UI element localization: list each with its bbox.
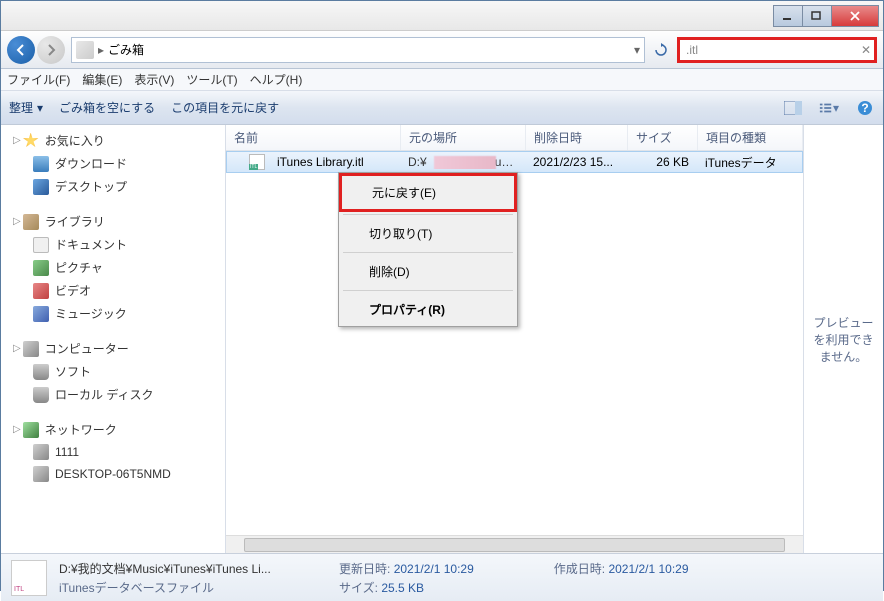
sidebar-item-desktop[interactable]: デスクトップ [1,175,225,198]
navigation-bar: ▸ ごみ箱 ▾ ✕ [1,31,883,69]
ctx-restore[interactable]: 元に戻す(E) [339,173,517,212]
file-name: iTunes Library.itl [269,155,400,169]
toolbar: 整理 ▾ ごみ箱を空にする この項目を元に戻す ▾ ? [1,91,883,125]
chevron-right-icon: ▸ [98,43,104,57]
menu-edit[interactable]: 編集(E) [82,71,122,88]
empty-recycle-button[interactable]: ごみ箱を空にする [59,99,155,116]
file-location: D:¥us... [400,155,525,169]
disk-icon [33,387,49,403]
col-type[interactable]: 項目の種類 [698,125,803,150]
close-button[interactable] [831,5,879,27]
sidebar-network[interactable]: ▷ネットワーク [1,418,225,441]
col-deleted[interactable]: 削除日時 [526,125,628,150]
column-headers: 名前 元の場所 削除日時 サイズ 項目の種類 [226,125,803,151]
sb-size: 25.5 KB [381,581,424,595]
minimize-button[interactable] [773,5,803,27]
desktop-icon [33,179,49,195]
help-button[interactable]: ? [855,98,875,118]
library-icon [23,214,39,230]
ctx-properties[interactable]: プロパティ(R) [339,293,517,326]
sidebar-item-net2[interactable]: DESKTOP-06T5NMD [1,463,225,485]
ctx-delete[interactable]: 削除(D) [339,255,517,288]
sidebar-item-videos[interactable]: ビデオ [1,279,225,302]
file-row[interactable]: iTunes Library.itl D:¥us... 2021/2/23 15… [226,151,803,173]
search-input[interactable] [677,37,877,63]
breadcrumb[interactable]: ▸ ごみ箱 ▾ [71,37,645,63]
video-icon [33,283,49,299]
recycle-bin-icon [76,41,94,59]
menu-view[interactable]: 表示(V) [134,71,174,88]
sb-created: 2021/2/1 10:29 [608,562,688,576]
sidebar-item-pictures[interactable]: ピクチャ [1,256,225,279]
file-icon [249,154,265,170]
file-type: iTunesデータ [697,154,802,171]
file-size: 26 KB [627,155,697,169]
preview-pane-button[interactable] [783,98,803,118]
sidebar-item-soft[interactable]: ソフト [1,360,225,383]
sidebar-library[interactable]: ▷ライブラリ [1,210,225,233]
menu-file[interactable]: ファイル(F) [7,71,70,88]
svg-text:?: ? [861,101,868,115]
title-bar [1,1,883,31]
computer-icon [33,444,49,460]
sb-modified: 2021/2/1 10:29 [394,562,474,576]
sidebar-item-music[interactable]: ミュージック [1,302,225,325]
computer-icon [23,341,39,357]
refresh-button[interactable] [649,38,673,62]
back-button[interactable] [7,36,35,64]
sidebar-favorites[interactable]: ▷お気に入り [1,129,225,152]
separator [343,290,513,291]
sidebar-computer[interactable]: ▷コンピューター [1,337,225,360]
star-icon [23,133,39,149]
ctx-cut[interactable]: 切り取り(T) [339,217,517,250]
clear-search-icon[interactable]: ✕ [861,43,871,57]
maximize-button[interactable] [802,5,832,27]
restore-item-button[interactable]: この項目を元に戻す [171,99,279,116]
status-bar: D:¥我的文档¥Music¥iTunes¥iTunes Li... 更新日時: … [1,553,883,601]
col-location[interactable]: 元の場所 [401,125,526,150]
menu-help[interactable]: ヘルプ(H) [250,71,303,88]
organize-button[interactable]: 整理 ▾ [9,99,43,116]
sidebar-item-documents[interactable]: ドキュメント [1,233,225,256]
nav-sidebar: ▷お気に入り ダウンロード デスクトップ ▷ライブラリ ドキュメント ピクチャ … [1,125,226,553]
disk-icon [33,364,49,380]
context-menu: 元に戻す(E) 切り取り(T) 削除(D) プロパティ(R) [338,172,518,327]
chevron-down-icon: ▾ [37,101,43,115]
download-icon [33,156,49,172]
music-icon [33,306,49,322]
computer-icon [33,466,49,482]
sidebar-item-net1[interactable]: 1111 [1,441,225,463]
network-icon [23,422,39,438]
picture-icon [33,260,49,276]
menu-tools[interactable]: ツール(T) [186,71,237,88]
col-name[interactable]: 名前 [226,125,401,150]
menu-bar: ファイル(F) 編集(E) 表示(V) ツール(T) ヘルプ(H) [1,69,883,91]
forward-button[interactable] [37,36,65,64]
horizontal-scrollbar[interactable] [226,535,803,553]
chevron-down-icon: ▾ [833,101,839,115]
file-deleted: 2021/2/23 15... [525,155,627,169]
dropdown-icon[interactable]: ▾ [634,43,640,57]
separator [343,252,513,253]
sidebar-item-localdisk[interactable]: ローカル ディスク [1,383,225,406]
col-size[interactable]: サイズ [628,125,698,150]
document-icon [33,237,49,253]
sidebar-item-downloads[interactable]: ダウンロード [1,152,225,175]
view-button[interactable]: ▾ [819,98,839,118]
separator [343,214,513,215]
sb-path: D:¥我的文档¥Music¥iTunes¥iTunes Li... [59,560,319,577]
file-large-icon [11,560,47,596]
breadcrumb-location: ごみ箱 [108,41,144,58]
sb-filetype: iTunesデータベースファイル [59,579,319,596]
preview-pane: プレビューを利用できません。 [803,125,883,553]
